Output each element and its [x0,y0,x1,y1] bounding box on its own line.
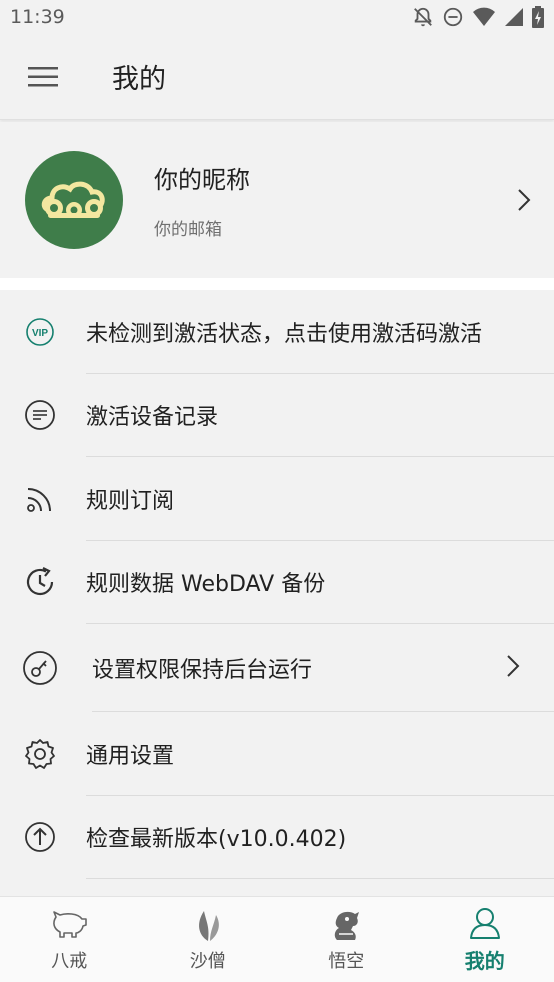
menu-item-label: 激活设备记录 [86,405,219,431]
menu-item-label: 设置权限保持后台运行 [92,658,313,683]
section-gap [0,278,554,290]
tab-wukong[interactable]: 悟空 [277,897,416,982]
bell-off-icon [414,7,432,27]
tab-mine[interactable]: 我的 [416,897,554,982]
gear-icon [20,734,60,774]
tab-label: 沙僧 [189,950,226,972]
tab-bajie[interactable]: 八戒 [0,897,139,982]
do-not-disturb-icon [443,7,463,27]
nickname: 你的昵称 [154,166,250,194]
battery-icon [532,6,544,28]
svg-text:VIP: VIP [32,328,48,339]
menu-item-rule-subscription[interactable]: 规则订阅 [0,457,554,541]
settings-menu: VIP 未检测到激活状态，点击使用激活码激活 激活设备记录 规则订阅 规则数据 … [0,290,554,879]
status-time: 11:39 [10,6,65,28]
menu-item-activation[interactable]: VIP 未检测到激活状态，点击使用激活码激活 [0,290,554,374]
rss-icon [20,479,60,519]
app-bar: 我的 [0,34,554,120]
vip-icon: VIP [20,312,60,352]
leaf-icon [192,907,224,943]
menu-item-label: 检查最新版本(v10.0.402) [86,827,347,853]
menu-item-general-settings[interactable]: 通用设置 [0,712,554,796]
tab-label: 我的 [464,949,505,973]
page-title: 我的 [112,64,166,95]
hamburger-icon [28,66,58,86]
status-icons [412,6,544,28]
background-run-icon [20,648,60,688]
menu-item-label: 通用设置 [86,743,175,769]
avatar[interactable] [25,151,123,249]
menu-item-check-update[interactable]: 检查最新版本(v10.0.402) [0,796,554,879]
monkey-icon [329,907,363,943]
menu-item-label: 规则数据 WebDAV 备份 [86,572,326,598]
menu-item-webdav-backup[interactable]: 规则数据 WebDAV 备份 [0,541,554,624]
status-bar: 11:39 [0,0,554,34]
person-icon [468,905,502,941]
cloud-logo-icon [41,181,105,218]
signal-icon [505,8,523,26]
email: 你的邮箱 [154,220,222,240]
menu-item-label: 规则订阅 [86,488,175,514]
chevron-right-icon [506,654,520,682]
tab-label: 悟空 [328,950,365,972]
hamburger-menu-button[interactable] [0,34,86,120]
profile-text: 你的昵称 你的邮箱 [154,160,494,240]
tab-shaseng[interactable]: 沙僧 [139,897,278,982]
chevron-right-icon [494,188,554,212]
menu-item-device-records[interactable]: 激活设备记录 [0,374,554,457]
menu-item-label: 未检测到激活状态，点击使用激活码激活 [86,321,483,347]
profile-card[interactable]: 你的昵称 你的邮箱 [0,122,554,278]
wifi-icon [473,7,495,26]
menu-item-background-permission[interactable]: 设置权限保持后台运行 [0,624,554,712]
upload-arrow-icon [20,817,60,857]
device-list-icon [20,395,60,435]
divider [86,878,554,879]
tab-label: 八戒 [51,950,88,972]
pig-icon [50,907,88,943]
backup-clock-icon [20,562,60,602]
bottom-navigation: 八戒 沙僧 悟空 我的 [0,896,554,982]
